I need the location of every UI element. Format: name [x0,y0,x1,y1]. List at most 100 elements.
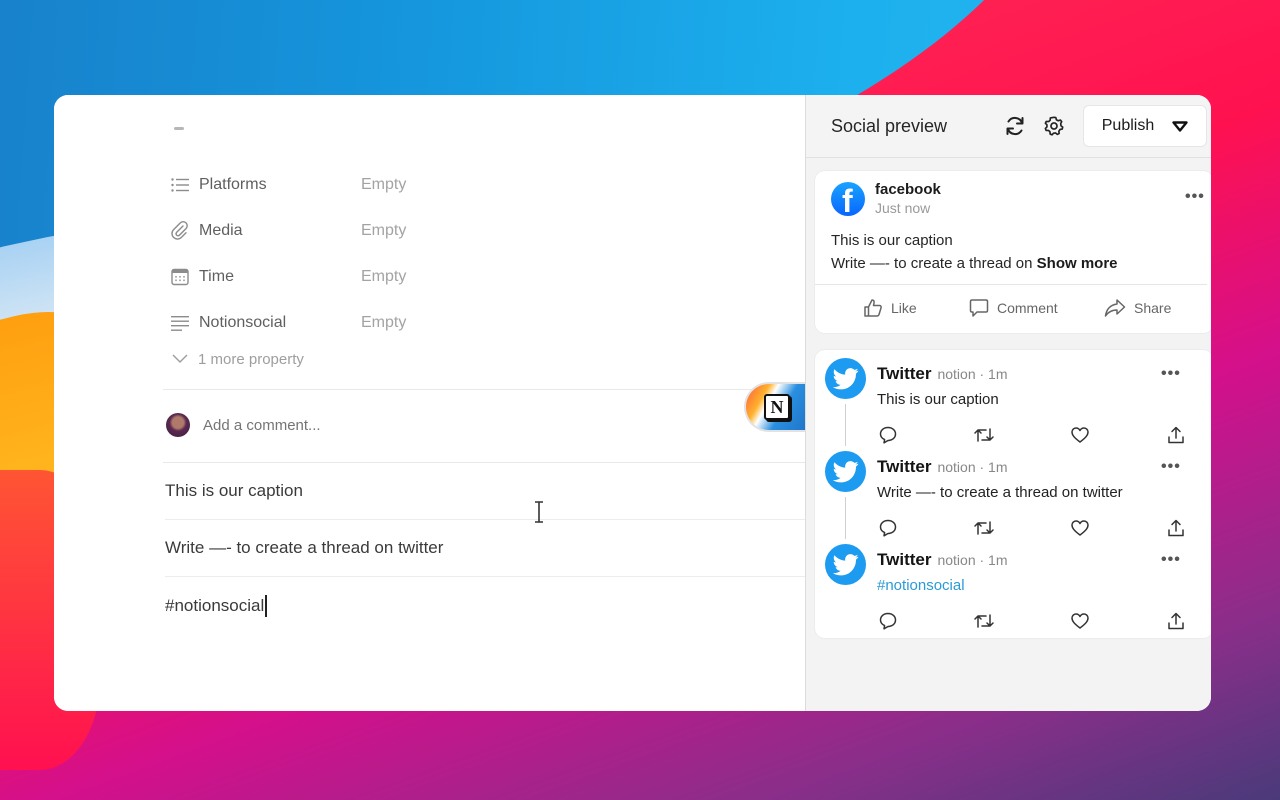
retweet-icon[interactable] [973,424,995,446]
like-label: Like [891,300,917,316]
refresh-icon [1006,116,1024,136]
retweet-icon[interactable] [973,610,995,632]
gear-icon [1044,116,1064,136]
property-value[interactable]: Empty [361,268,406,286]
tweet-author: Twitter [877,364,932,383]
more-options-icon[interactable]: ••• [1161,552,1181,568]
property-name: Notionsocial [199,314,287,331]
post-line: This is our caption [831,232,953,249]
reply-icon[interactable] [877,610,899,632]
property-name: Media [199,222,243,239]
more-properties-toggle[interactable]: 1 more property [170,347,304,371]
twitter-logo-icon [825,544,866,585]
facebook-post-text: This is our caption Write —- to create a… [831,229,1118,275]
paperclip-icon [170,221,190,241]
comment-button[interactable]: Comment [969,298,1058,318]
text-block[interactable]: This is our caption [165,463,805,520]
twitter-logo-icon [825,358,866,399]
retweet-icon[interactable] [973,517,995,539]
reply-icon[interactable] [877,517,899,539]
text-caret [265,594,267,617]
chevron-down-icon [170,354,190,364]
publish-button[interactable]: Publish [1083,105,1207,147]
tweet-handle-time: notion · 1m [937,366,1008,382]
comment-row [166,413,503,437]
block-text: This is our caption [165,481,303,500]
more-options-icon[interactable]: ••• [1185,189,1205,205]
twitter-preview-card: Twitter notion · 1m ••• This is our capt… [815,350,1211,638]
property-row-platforms[interactable]: Platforms Empty [170,162,406,208]
share-arrow-icon [1104,299,1126,317]
share-upload-icon[interactable] [1165,424,1187,446]
tweet-handle-time: notion · 1m [937,459,1008,475]
reply-icon[interactable] [877,424,899,446]
block-text: #notionsocial [165,595,265,615]
text-block[interactable]: Write —- to create a thread on twitter [165,520,805,577]
more-options-icon[interactable]: ••• [1161,459,1181,475]
facebook-preview-card: f facebook Just now ••• This is our capt… [815,171,1211,333]
settings-button[interactable] [1040,112,1068,140]
tweet-actions [877,424,1187,446]
text-lines-icon [170,313,190,333]
share-label: Share [1134,300,1172,316]
notion-logo-icon: N [764,394,790,420]
panel-header: Social preview Publish [806,95,1211,158]
divider [163,389,805,390]
social-preview-panel: Social preview Publish f facebook Just n… [805,95,1211,711]
property-value[interactable]: Empty [361,222,406,240]
show-more-link[interactable]: Show more [1037,255,1118,272]
tweet-actions [877,610,1187,632]
heart-icon[interactable] [1069,517,1091,539]
property-row-media[interactable]: Media Empty [170,208,406,254]
heart-icon[interactable] [1069,424,1091,446]
block-text: Write —- to create a thread on twitter [165,538,444,557]
twitter-logo-icon [825,451,866,492]
avatar [166,413,190,437]
panel-title: Social preview [831,115,948,136]
cut-off-property-row [170,125,430,133]
app-window: Platforms Empty Media Empty Time Empty N… [54,95,1211,711]
refresh-button[interactable] [1001,112,1029,140]
share-button[interactable]: Share [1104,298,1171,318]
post-line: Write —- to create a thread on [831,255,1037,272]
text-cursor-icon [535,501,543,523]
post-time: Just now [875,200,931,216]
tweet-handle-time: notion · 1m [937,552,1008,568]
thread-connector [845,497,846,539]
facebook-logo-icon: f [831,181,865,216]
like-button[interactable]: Like [863,298,917,318]
facebook-page-name: facebook [875,181,941,198]
tweet-author: Twitter [877,550,932,569]
thread-connector [845,404,846,446]
publish-label: Publish [1101,117,1155,134]
property-row-time[interactable]: Time Empty [170,254,406,300]
property-row-notionsocial[interactable]: Notionsocial Empty [170,300,406,346]
share-upload-icon[interactable] [1165,517,1187,539]
tweet-actions [877,517,1187,539]
tweet-text: This is our caption [877,391,999,408]
comment-label: Comment [997,300,1058,316]
hashtag-link[interactable]: #notionsocial [877,577,965,594]
list-icon [170,175,190,195]
property-value[interactable]: Empty [361,314,406,332]
property-name: Time [199,268,234,285]
facebook-actions: Like Comment Share [815,284,1211,332]
notionsocial-widget-button[interactable]: N [744,382,814,432]
comment-icon [969,299,989,317]
calendar-icon [170,267,190,287]
notion-page-editor: Platforms Empty Media Empty Time Empty N… [54,95,814,711]
caret-down-icon [1172,120,1188,132]
more-options-icon[interactable]: ••• [1161,366,1181,382]
page-content: This is our caption Write —- to create a… [165,463,805,634]
property-value[interactable]: Empty [361,176,406,194]
more-properties-label: 1 more property [198,350,304,368]
property-list: Platforms Empty Media Empty Time Empty N… [170,162,406,346]
share-upload-icon[interactable] [1165,610,1187,632]
heart-icon[interactable] [1069,610,1091,632]
thumbs-up-icon [864,299,882,317]
text-block[interactable]: #notionsocial [165,577,805,634]
comment-input[interactable] [203,416,503,434]
tweet-text: Write —- to create a thread on twitter [877,484,1123,501]
property-name: Platforms [199,176,267,193]
tweet-author: Twitter [877,457,932,476]
